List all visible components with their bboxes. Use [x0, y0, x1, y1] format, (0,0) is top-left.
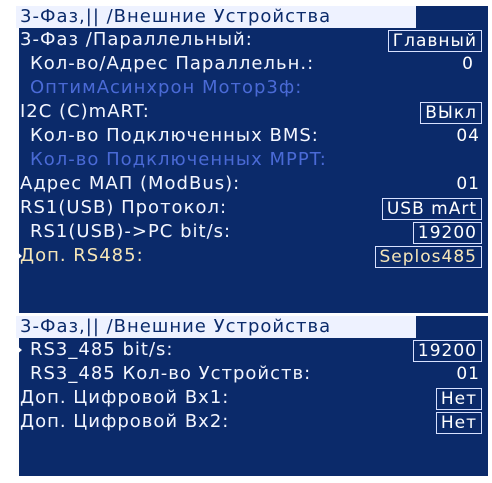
- setting-label: RS3_485 bit/s:: [30, 339, 174, 360]
- setting-row-phase-parallel[interactable]: 3-Фаз /Параллельный: Главный: [16, 28, 488, 52]
- setting-label: 3-Фаз /Параллельный:: [20, 29, 253, 50]
- panel-title: 3-Фаз,|| /Внешние Устройства: [16, 316, 416, 338]
- selection-arrow-icon: [16, 345, 22, 355]
- setting-row-rs3-device-count[interactable]: RS3_485 Кол-во Устройств: 01: [16, 362, 488, 386]
- setting-value[interactable]: 04: [456, 126, 480, 146]
- setting-label-disabled: Кол-во Подключенных MPPT:: [30, 149, 327, 170]
- setting-value-box[interactable]: Нет: [435, 388, 482, 410]
- setting-label: Кол-во Подключенных BMS:: [30, 125, 319, 146]
- setting-row-digital-in-2[interactable]: Доп. Цифровой Вх2: Нет: [16, 410, 488, 434]
- setting-value[interactable]: 0: [462, 54, 474, 74]
- setting-label: I2C (C)mART:: [20, 101, 150, 122]
- setting-value-box[interactable]: USB mArt: [381, 198, 482, 220]
- setting-row-rs1-protocol[interactable]: RS1(USB) Протокол: USB mArt: [16, 196, 488, 220]
- setting-row-mppt-count: Кол-во Подключенных MPPT:: [16, 148, 488, 172]
- setting-row-async-motor: ОптимАсинхрон Мотор3ф:: [16, 76, 488, 100]
- device-screen: 3-Фаз,|| /Внешние Устройства 3-Фаз /Пара…: [16, 6, 488, 476]
- setting-label: Доп. Цифровой Вх1:: [20, 387, 230, 408]
- setting-label: Адрес МАП (ModBus):: [20, 173, 241, 194]
- settings-panel-1: 3-Фаз,|| /Внешние Устройства 3-Фаз /Пара…: [16, 6, 488, 313]
- setting-value-box[interactable]: Нет: [435, 412, 482, 434]
- setting-row-i2c-mart[interactable]: I2C (C)mART: ВЫкл: [16, 100, 488, 124]
- setting-value-box[interactable]: Seplos485: [374, 246, 482, 268]
- settings-panel-2: 3-Фаз,|| /Внешние Устройства RS3_485 bit…: [16, 316, 488, 476]
- setting-value[interactable]: 01: [456, 364, 480, 384]
- setting-row-rs3-bitrate[interactable]: RS3_485 bit/s: 19200: [16, 338, 488, 362]
- setting-value[interactable]: 01: [456, 174, 480, 194]
- setting-value-box[interactable]: 19200: [412, 222, 482, 244]
- setting-label-disabled: ОптимАсинхрон Мотор3ф:: [30, 77, 303, 98]
- setting-label: Кол-во/Адрес Параллельн.:: [30, 53, 315, 74]
- setting-label: Доп. Цифровой Вх2:: [20, 411, 230, 432]
- setting-row-parallel-count[interactable]: Кол-во/Адрес Параллельн.: 0: [16, 52, 488, 76]
- setting-value-box[interactable]: 19200: [412, 340, 482, 362]
- setting-row-digital-in-1[interactable]: Доп. Цифровой Вх1: Нет: [16, 386, 488, 410]
- setting-label: RS1(USB)->PC bit/s:: [30, 221, 232, 242]
- setting-row-map-address[interactable]: Адрес МАП (ModBus): 01: [16, 172, 488, 196]
- setting-label: RS1(USB) Протокол:: [20, 197, 228, 218]
- setting-row-bms-count[interactable]: Кол-во Подключенных BMS: 04: [16, 124, 488, 148]
- setting-row-rs1-bitrate[interactable]: RS1(USB)->PC bit/s: 19200: [16, 220, 488, 244]
- setting-row-extra-rs485[interactable]: Доп. RS485: Seplos485: [16, 244, 488, 268]
- setting-value-box[interactable]: ВЫкл: [420, 102, 482, 124]
- panel-title: 3-Фаз,|| /Внешние Устройства: [16, 6, 416, 28]
- setting-value-box[interactable]: Главный: [387, 30, 482, 52]
- setting-label: RS3_485 Кол-во Устройств:: [30, 363, 312, 384]
- setting-label: Доп. RS485:: [20, 245, 144, 266]
